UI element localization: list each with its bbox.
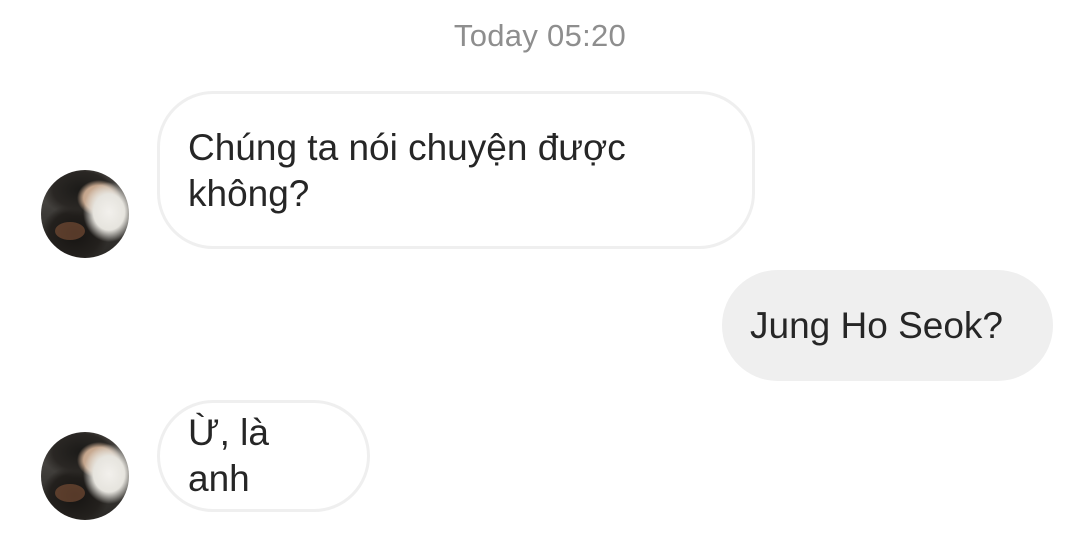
message-text: Ừ, là anh xyxy=(188,412,269,499)
outgoing-message-bubble[interactable]: Jung Ho Seok? xyxy=(722,270,1053,381)
message-text: Chúng ta nói chuyện được không? xyxy=(188,127,626,214)
sender-avatar[interactable] xyxy=(41,170,129,258)
message-text: Jung Ho Seok? xyxy=(750,304,1004,346)
sender-avatar[interactable] xyxy=(41,432,129,520)
incoming-message-bubble[interactable]: Chúng ta nói chuyện được không? xyxy=(157,91,755,249)
incoming-message-bubble[interactable]: Ừ, là anh xyxy=(157,400,370,512)
message-timestamp: Today 05:20 xyxy=(453,18,627,53)
